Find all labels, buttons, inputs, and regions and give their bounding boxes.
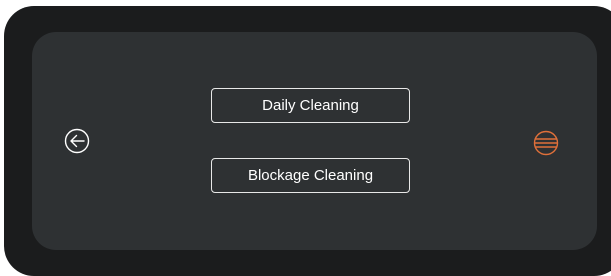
blockage-cleaning-label: Blockage Cleaning xyxy=(247,167,374,184)
daily-cleaning-button[interactable]: Daily Cleaning xyxy=(211,88,410,123)
back-button[interactable] xyxy=(64,128,90,154)
display-screen xyxy=(32,32,597,250)
circle-lines-icon xyxy=(533,130,559,156)
daily-cleaning-label: Daily Cleaning xyxy=(262,97,359,114)
circle-arrow-left-icon xyxy=(64,128,90,154)
blockage-cleaning-button[interactable]: Blockage Cleaning xyxy=(211,158,410,193)
menu-button[interactable] xyxy=(533,130,559,156)
